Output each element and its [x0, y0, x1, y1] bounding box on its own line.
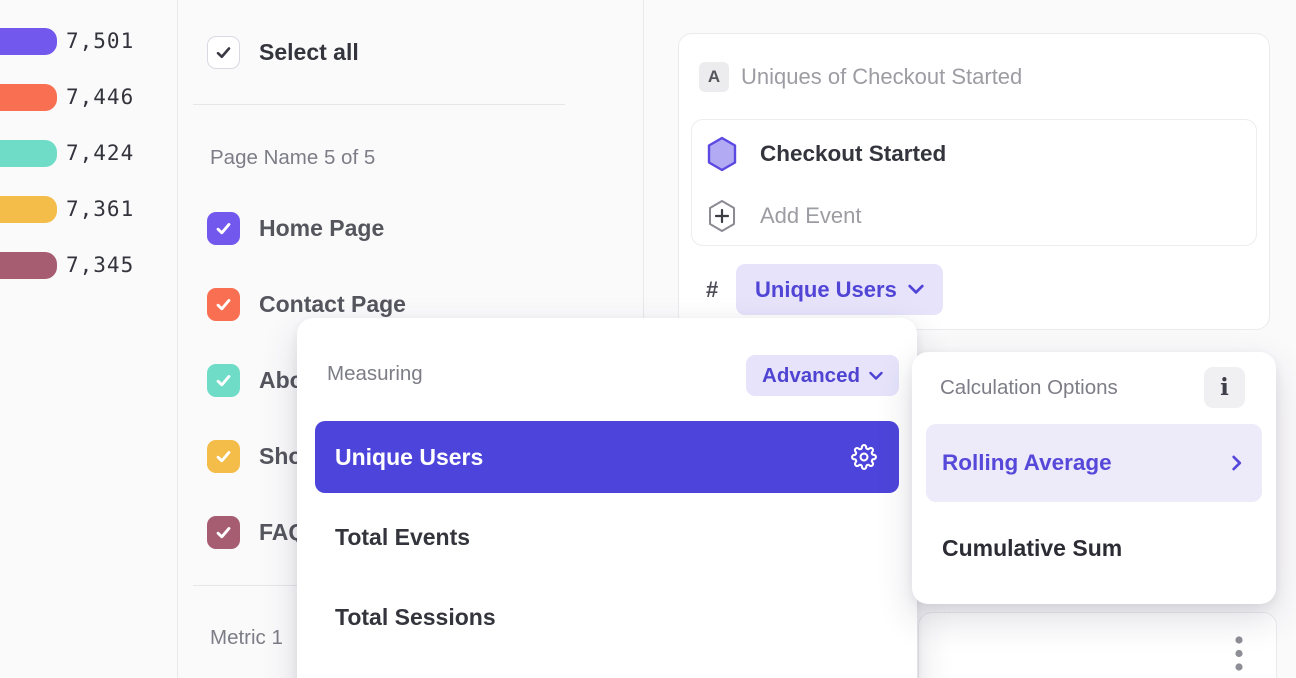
- series-value: 7,446: [66, 84, 134, 111]
- checkmark-icon: [214, 523, 233, 542]
- checkbox-about-page[interactable]: [207, 364, 240, 397]
- metric-label: Metric 1: [210, 626, 283, 650]
- calc-option-rolling-average[interactable]: Rolling Average: [926, 424, 1262, 502]
- menu-option-total-events[interactable]: Total Events: [335, 517, 470, 557]
- measuring-title: Measuring: [327, 362, 423, 386]
- series-value: 7,345: [66, 252, 134, 279]
- calculation-options-title: Calculation Options: [940, 368, 1118, 408]
- menu-option-unique-users[interactable]: Unique Users: [315, 421, 899, 493]
- select-all-checkbox[interactable]: [207, 36, 240, 69]
- chevron-right-icon: [1232, 455, 1242, 471]
- calc-option-label: Rolling Average: [942, 450, 1112, 476]
- series-bar: [0, 196, 57, 223]
- query-builder-card: A Uniques of Checkout Started Checkout S…: [678, 33, 1270, 330]
- measuring-menu: Measuring Advanced Unique Users Total Ev…: [297, 318, 917, 678]
- checkmark-icon: [214, 371, 233, 390]
- event-name[interactable]: Checkout Started: [760, 138, 946, 170]
- event-row[interactable]: Checkout Started: [706, 136, 1126, 174]
- breakdown-card: [918, 612, 1277, 678]
- checkmark-icon: [214, 447, 233, 466]
- gear-icon[interactable]: [851, 444, 877, 470]
- checkmark-icon: [214, 295, 233, 314]
- divider-horizontal: [193, 104, 565, 105]
- menu-option-total-sessions[interactable]: Total Sessions: [335, 597, 496, 637]
- measure-prefix: #: [706, 264, 718, 315]
- add-event-label[interactable]: Add Event: [760, 201, 862, 231]
- chevron-down-icon: [869, 371, 883, 381]
- series-bar: [0, 252, 57, 279]
- add-event-row[interactable]: Add Event: [707, 199, 1127, 235]
- measure-dropdown-button[interactable]: Unique Users: [736, 264, 943, 315]
- series-value: 7,361: [66, 196, 134, 223]
- series-title: Uniques of Checkout Started: [741, 62, 1022, 92]
- info-icon[interactable]: i: [1204, 367, 1245, 408]
- checkbox-shop-page[interactable]: [207, 440, 240, 473]
- checkbox-home-page[interactable]: [207, 212, 240, 245]
- select-all-label[interactable]: Select all: [259, 36, 359, 69]
- series-bar: [0, 28, 57, 55]
- advanced-mode-dropdown[interactable]: Advanced: [746, 355, 899, 396]
- series-value: 7,424: [66, 140, 134, 167]
- series-value: 7,501: [66, 28, 134, 55]
- menu-option-label: Unique Users: [335, 444, 483, 471]
- kebab-menu-icon[interactable]: [1235, 636, 1243, 677]
- event-list-card: Checkout Started Add Event: [691, 119, 1257, 246]
- series-bar: [0, 84, 57, 111]
- hexagon-icon: [706, 136, 738, 172]
- plus-hexagon-icon: [707, 199, 737, 233]
- checkbox-faq-page[interactable]: [207, 516, 240, 549]
- calc-option-cumulative-sum[interactable]: Cumulative Sum: [942, 528, 1122, 568]
- advanced-mode-label: Advanced: [762, 364, 860, 388]
- app-canvas: 7,501 7,446 7,424 7,361 7,345 Select all…: [0, 0, 1296, 678]
- checkmark-icon: [214, 219, 233, 238]
- measure-value: Unique Users: [755, 277, 897, 303]
- calculation-options-menu: Calculation Options i Rolling Average Cu…: [912, 352, 1276, 604]
- group-label: Page Name 5 of 5: [210, 146, 375, 170]
- checkbox-contact-page[interactable]: [207, 288, 240, 321]
- checkmark-icon: [214, 43, 233, 62]
- series-bar: [0, 140, 57, 167]
- item-label[interactable]: Contact Page: [259, 288, 406, 321]
- item-label[interactable]: Home Page: [259, 212, 384, 245]
- chevron-down-icon: [908, 284, 924, 295]
- series-badge[interactable]: A: [699, 62, 729, 92]
- divider-vertical-left: [177, 0, 178, 678]
